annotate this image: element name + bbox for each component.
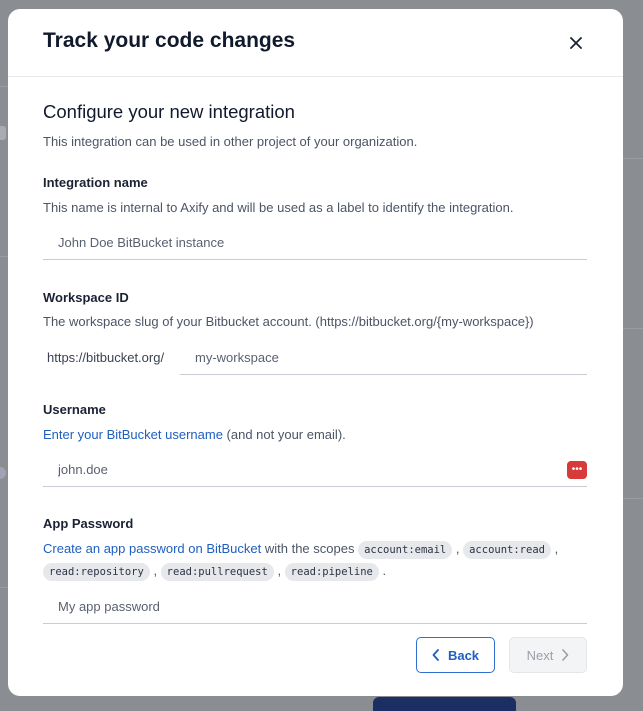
chevron-right-icon <box>562 649 569 661</box>
back-button-label: Back <box>447 647 480 663</box>
next-button-label: Next <box>526 647 554 663</box>
workspace-id-field <box>180 341 587 375</box>
integration-name-label: Integration name <box>43 175 148 190</box>
integration-name-help: This name is internal to Axify and will … <box>43 200 514 215</box>
scope-badge: read:repository <box>43 563 150 581</box>
background-divider <box>0 256 8 257</box>
close-button[interactable] <box>564 33 588 53</box>
background-divider <box>623 498 643 499</box>
app-password-label: App Password <box>43 516 134 531</box>
app-password-help-link[interactable]: Create an app password on BitBucket <box>43 541 261 556</box>
integration-modal: Track your code changes Configure your n… <box>8 9 623 696</box>
modal-title: Track your code changes <box>43 29 296 52</box>
background-divider <box>623 158 643 159</box>
background-button <box>373 697 516 711</box>
app-password-help-text: with the scopes <box>261 541 359 556</box>
integration-name-input[interactable] <box>43 226 587 259</box>
background-avatar <box>0 467 6 479</box>
username-help-text: (and not your email). <box>222 427 346 442</box>
background-divider <box>623 328 643 329</box>
background-divider <box>0 587 8 588</box>
workspace-id-help: The workspace slug of your Bitbucket acc… <box>43 314 534 329</box>
username-label: Username <box>43 402 106 417</box>
section-title: Configure your new integration <box>43 101 295 122</box>
background-divider <box>0 86 8 87</box>
password-manager-icon[interactable]: ••• <box>567 461 587 479</box>
scope-badge: account:read <box>463 541 551 559</box>
scope-badge: read:pipeline <box>284 563 379 581</box>
app-password-field <box>43 590 587 624</box>
integration-name-field <box>43 226 587 260</box>
back-button[interactable]: Back <box>416 637 495 673</box>
username-help-link[interactable]: Enter your BitBucket username <box>43 427 223 442</box>
background-chip <box>0 126 6 140</box>
close-icon <box>570 37 582 49</box>
app-password-input[interactable] <box>43 590 587 623</box>
scope-badge: account:email <box>358 541 453 559</box>
next-button[interactable]: Next <box>509 637 587 673</box>
chevron-left-icon <box>432 649 439 661</box>
workspace-url-prefix: https://bitbucket.org/ <box>47 350 165 365</box>
workspace-id-input[interactable] <box>180 341 587 374</box>
app-password-help: Create an app password on BitBucket with… <box>43 538 558 582</box>
username-help: Enter your BitBucket username (and not y… <box>43 427 346 442</box>
section-subtitle: This integration can be used in other pr… <box>43 134 418 149</box>
scope-badge: read:pullrequest <box>160 563 274 581</box>
workspace-id-label: Workspace ID <box>43 290 129 305</box>
username-input[interactable] <box>43 453 587 486</box>
username-field: ••• <box>43 453 587 487</box>
modal-header: Track your code changes <box>8 9 623 77</box>
